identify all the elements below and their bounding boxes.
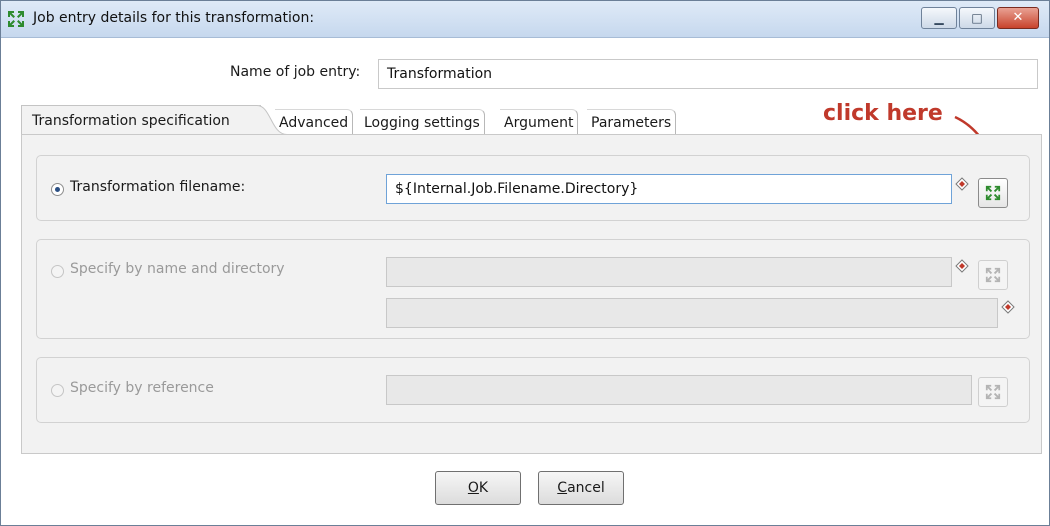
window-title: Job entry details for this transformatio… xyxy=(33,10,315,26)
ok-mnemonic: O xyxy=(467,480,479,496)
cancel-mnemonic: C xyxy=(557,480,568,496)
reference-input[interactable] xyxy=(386,375,972,405)
tab-parameters[interactable]: Parameters xyxy=(587,109,677,135)
filename-radio[interactable] xyxy=(51,183,64,196)
reference-radio[interactable] xyxy=(51,384,64,397)
click-here-annotation: click here xyxy=(823,101,943,126)
transformation-icon xyxy=(985,185,1001,201)
variable-icon xyxy=(955,177,969,191)
name-directory-group: Specify by name and directory xyxy=(36,239,1030,339)
ok-label: K xyxy=(478,480,489,496)
tab-advanced[interactable]: Advanced xyxy=(275,109,354,135)
transformation-name-input[interactable] xyxy=(386,257,952,287)
job-entry-name-input[interactable]: Transformation xyxy=(378,59,1038,89)
transformation-icon xyxy=(8,11,24,27)
cancel-button[interactable]: Cancel xyxy=(538,471,624,505)
transformation-filename-input[interactable]: ${Internal.Job.Filename.Directory} xyxy=(386,174,952,204)
tab-transformation-specification[interactable]: Transformation specification xyxy=(21,105,261,135)
minimize-button[interactable]: ▁ xyxy=(921,7,957,29)
transformation-icon xyxy=(985,267,1001,283)
variable-icon xyxy=(955,259,969,273)
name-directory-radio[interactable] xyxy=(51,265,64,278)
tab-logging-settings[interactable]: Logging settings xyxy=(360,109,485,135)
dialog-window: Job entry details for this transformatio… xyxy=(0,0,1050,526)
ok-button[interactable]: OK xyxy=(435,471,521,505)
window-controls: ▁ □ ✕ xyxy=(921,7,1039,29)
minimize-icon: ▁ xyxy=(934,11,944,25)
browse-reference-button[interactable] xyxy=(978,377,1008,407)
browse-name-directory-button[interactable] xyxy=(978,260,1008,290)
reference-group: Specify by reference xyxy=(36,357,1030,423)
variable-icon xyxy=(1001,300,1015,314)
directory-input[interactable] xyxy=(386,298,998,328)
filename-radio-label[interactable]: Transformation filename: xyxy=(70,179,245,195)
maximize-icon: □ xyxy=(971,11,983,25)
title-bar[interactable]: Job entry details for this transformatio… xyxy=(1,1,1049,38)
close-icon: ✕ xyxy=(1012,10,1024,25)
browse-filename-button[interactable] xyxy=(978,178,1008,208)
close-button[interactable]: ✕ xyxy=(997,7,1039,29)
tab-argument[interactable]: Argument xyxy=(500,109,579,135)
job-entry-name-label: Name of job entry: xyxy=(230,64,361,80)
transformation-icon xyxy=(985,384,1001,400)
tab-content-panel: Transformation filename: ${Internal.Job.… xyxy=(21,134,1042,454)
name-directory-radio-label[interactable]: Specify by name and directory xyxy=(70,261,285,277)
filename-group: Transformation filename: ${Internal.Job.… xyxy=(36,155,1030,221)
cancel-label: ancel xyxy=(567,480,605,496)
maximize-button[interactable]: □ xyxy=(959,7,995,29)
reference-radio-label[interactable]: Specify by reference xyxy=(70,380,214,396)
